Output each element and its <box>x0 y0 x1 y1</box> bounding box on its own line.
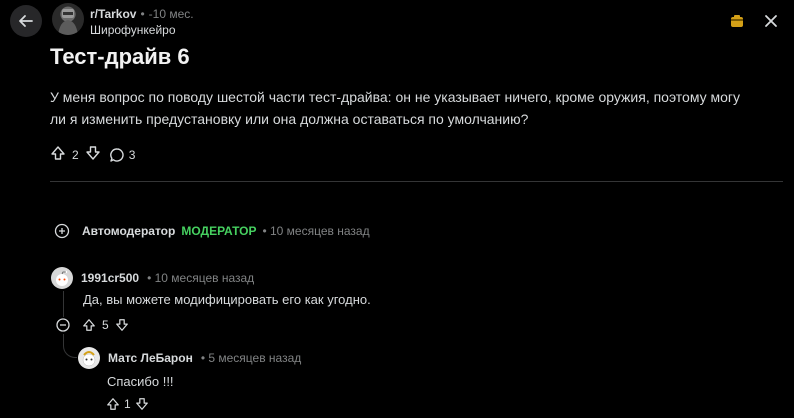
comment-author[interactable]: Автомодератор <box>82 224 175 238</box>
subreddit-name[interactable]: r/Tarkov <box>90 7 136 21</box>
comment-automod: Автомодератор МОДЕРАТОР • 10 месяцев наз… <box>54 223 370 239</box>
award-button[interactable] <box>728 12 746 30</box>
comment-author[interactable]: 1991cr500 <box>81 271 139 285</box>
comment-header: Матс ЛеБарон • 5 месяцев назад <box>78 347 301 369</box>
comment-header: 1991cr500 • 10 месяцев назад <box>51 267 254 289</box>
avatar[interactable] <box>78 347 100 369</box>
downvote-icon <box>135 398 148 410</box>
post-actions: 2 3 <box>50 145 135 164</box>
close-button[interactable] <box>762 12 780 30</box>
comment-actions: 5 <box>56 318 129 332</box>
comment-actions: 1 <box>106 397 149 411</box>
moderator-badge: МОДЕРАТОР <box>181 224 257 238</box>
upvote-button[interactable] <box>106 397 120 411</box>
comments-button[interactable]: 3 <box>109 147 136 163</box>
award-icon <box>731 15 743 27</box>
downvote-button[interactable] <box>115 318 129 332</box>
back-arrow-icon <box>19 15 33 27</box>
avatar[interactable] <box>51 267 73 289</box>
separator-dot: • <box>140 7 145 21</box>
upvote-button[interactable] <box>82 318 96 332</box>
comment-time: • 5 месяцев назад <box>200 351 302 365</box>
subreddit-avatar[interactable] <box>52 3 84 35</box>
post-title: Тест-драйв 6 <box>50 44 190 69</box>
post-vote-count: 2 <box>72 147 79 162</box>
comment-icon <box>109 147 124 162</box>
post-author[interactable]: Широфункейро <box>90 23 176 37</box>
comment-author[interactable]: Матс ЛеБарон <box>108 351 193 365</box>
expand-button[interactable] <box>54 223 70 239</box>
post-age: -10 мес. <box>148 7 194 21</box>
upvote-icon <box>51 146 65 160</box>
close-icon <box>765 15 777 27</box>
comment-text: Да, вы можете модифицировать его как уго… <box>83 292 371 307</box>
comment-time: • 10 месяцев назад <box>147 271 255 285</box>
expand-plus-icon <box>54 223 70 239</box>
snoo-avatar-icon <box>82 351 96 367</box>
comment-count: 3 <box>128 147 136 162</box>
upvote-button[interactable] <box>50 145 66 164</box>
post-body: У меня вопрос по поводу шестой части тес… <box>50 89 741 127</box>
downvote-icon <box>115 319 128 331</box>
back-button[interactable] <box>10 5 42 37</box>
snoo-avatar-icon <box>56 270 68 286</box>
comment-text: Спасибо !!! <box>107 374 174 389</box>
upvote-icon <box>107 398 119 410</box>
collapse-button[interactable] <box>56 318 70 332</box>
divider <box>50 181 783 182</box>
downvote-button[interactable] <box>85 145 101 164</box>
upvote-icon <box>83 319 95 331</box>
comment-time: • 10 месяцев назад <box>262 224 370 238</box>
vote-count: 5 <box>102 318 109 332</box>
collapse-minus-icon <box>56 318 70 332</box>
soldier-avatar-icon <box>58 9 78 35</box>
reply-connector <box>63 334 77 358</box>
vote-count: 1 <box>124 397 131 411</box>
thread-line[interactable] <box>63 291 64 317</box>
downvote-icon <box>85 146 100 160</box>
downvote-button[interactable] <box>135 397 149 411</box>
